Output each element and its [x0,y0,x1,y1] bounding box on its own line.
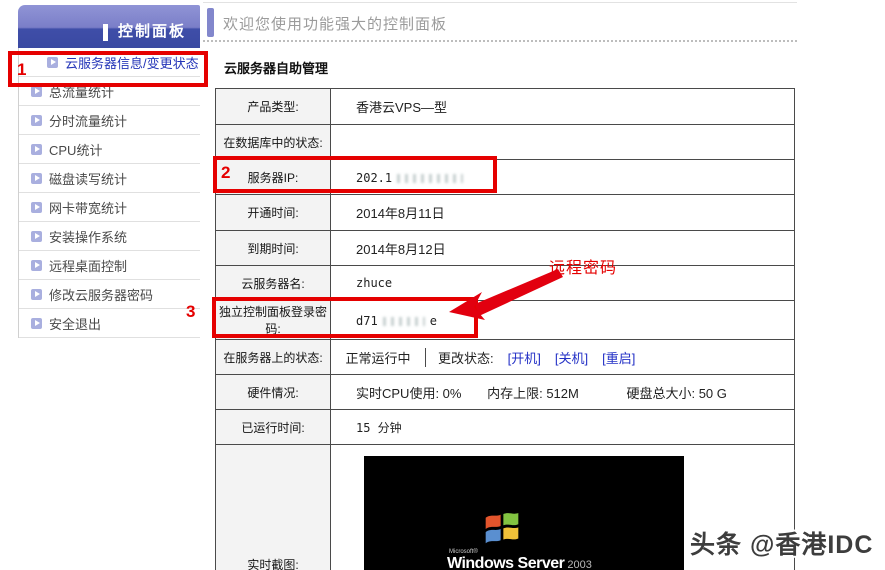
open-date-label: 开通时间: [216,195,331,231]
password-visible-prefix: d71 [356,314,378,328]
disk-size-value: 硬盘总大小: 50 G [626,386,726,401]
arrow-bullet-icon [31,202,42,213]
uptime-label: 已运行时间: [216,410,331,445]
sidebar-item-remote-desktop[interactable]: 远程桌面控制 [19,251,200,280]
arrow-bullet-icon [31,144,42,155]
run-status-cell: 正常运行中 更改状态: [开机] [关机] [重启] [331,340,795,375]
table-row-product: 产品类型: 香港云VPS—型 [216,89,795,125]
sidebar-item-logout[interactable]: 安全退出 [19,309,200,338]
panel-password-label: 独立控制面板登录密码: [216,301,331,340]
sidebar-item-label: 安全退出 [49,314,101,333]
table-row-open-date: 开通时间: 2014年8月11日 [216,195,795,231]
change-status-label: 更改状态: [438,348,494,367]
live-screenshot-label: 实时截图: [216,445,331,570]
sidebar: 控制面板 云服务器信息/变更状态 总流量统计 分时流量统计 CPU统计 磁盘读写… [18,5,200,338]
windows-flag-icon [485,511,519,545]
sidebar-item-label: 远程桌面控制 [49,256,127,275]
sidebar-item-cpu-stats[interactable]: CPU统计 [19,135,200,164]
os-name-text: Windows Server [447,555,564,570]
power-off-link[interactable]: [关机] [555,348,588,367]
table-row-expire-date: 到期时间: 2014年8月12日 [216,231,795,266]
sidebar-title: 控制面板 [118,20,186,41]
sidebar-item-hourly-traffic[interactable]: 分时流量统计 [19,106,200,135]
server-name-label: 云服务器名: [216,266,331,301]
server-info-table: 产品类型: 香港云VPS—型 在数据库中的状态: 服务器IP: 202.1 开通… [215,88,795,570]
welcome-accent-bar-icon [207,8,214,37]
welcome-title: 欢迎您使用功能强大的控制面板 [223,13,447,34]
status-running-badge: 正常运行中 [331,348,426,367]
sidebar-item-label: 分时流量统计 [49,111,127,130]
table-row-uptime: 已运行时间: 15 分钟 [216,410,795,445]
annotation-step3-number: 3 [186,302,195,322]
panel-password-label-line2: 码: [265,322,280,336]
arrow-bullet-icon [31,318,42,329]
table-row-server-ip: 服务器IP: 202.1 [216,160,795,195]
arrow-bullet-icon [31,289,42,300]
ip-redacted-part [397,174,463,183]
arrow-bullet-icon [31,231,42,242]
hardware-label: 硬件情况: [216,375,331,410]
table-row-server-name: 云服务器名: zhuce [216,266,795,301]
cpu-usage-value: 实时CPU使用: 0% [356,386,461,401]
sidebar-item-nic-bandwidth[interactable]: 网卡带宽统计 [19,193,200,222]
os-year-text: 2003 [567,559,591,570]
sidebar-item-label: 总流量统计 [49,82,114,101]
reboot-link[interactable]: [重启] [602,348,635,367]
arrow-bullet-icon [31,115,42,126]
sidebar-item-total-traffic[interactable]: 总流量统计 [19,77,200,106]
memory-limit-value: 内存上限: 512M [487,386,579,401]
server-ip-label: 服务器IP: [216,160,331,195]
db-status-label: 在数据库中的状态: [216,125,331,160]
product-type-label: 产品类型: [216,89,331,125]
hardware-value: 实时CPU使用: 0% 内存上限: 512M 硬盘总大小: 50 G [331,375,795,410]
table-row-db-status: 在数据库中的状态: [216,125,795,160]
annotation-step1-number: 1 [17,60,26,80]
table-row-run-status: 在服务器上的状态: 正常运行中 更改状态: [开机] [关机] [重启] [216,340,795,375]
run-status-label: 在服务器上的状态: [216,340,331,375]
sidebar-item-label: 云服务器信息/变更状态 [65,53,199,72]
section-title: 云服务器自助管理 [224,58,328,77]
password-visible-suffix: e [430,314,437,328]
sidebar-header: 控制面板 [18,5,200,48]
expire-date-label: 到期时间: [216,231,331,266]
password-redacted-part [383,317,425,326]
sidebar-menu: 云服务器信息/变更状态 总流量统计 分时流量统计 CPU统计 磁盘读写统计 网卡… [18,48,200,338]
arrow-bullet-icon [31,173,42,184]
header-accent-bar-icon [103,24,108,41]
arrow-bullet-icon [31,86,42,97]
table-row-hardware: 硬件情况: 实时CPU使用: 0% 内存上限: 512M 硬盘总大小: 50 G [216,375,795,410]
open-date-value: 2014年8月11日 [331,195,795,231]
main-top-border [203,2,797,3]
server-console-screenshot[interactable]: Microsoft® Windows Server2003 Enterprise… [364,456,684,570]
uptime-value: 15 分钟 [331,410,795,445]
sidebar-item-label: 磁盘读写统计 [49,169,127,188]
sidebar-item-disk-io-stats[interactable]: 磁盘读写统计 [19,164,200,193]
product-type-value: 香港云VPS—型 [331,89,795,125]
header-dotted-divider [203,40,797,42]
db-status-value [331,125,795,160]
sidebar-item-label: CPU统计 [49,140,102,159]
remote-password-note: 远程密码 [549,254,617,278]
panel-password-label-line1: 独立控制面板登录密 [219,305,327,319]
watermark-text: 头条 @香港IDC [690,525,873,561]
server-ip-value: 202.1 [331,160,795,195]
ip-visible-part: 202.1 [356,171,392,185]
table-row-panel-password: 独立控制面板登录密码: d71 e [216,301,795,340]
sidebar-item-label: 网卡带宽统计 [49,198,127,217]
arrow-bullet-icon [47,57,58,68]
power-on-link[interactable]: [开机] [508,348,541,367]
arrow-bullet-icon [31,260,42,271]
sidebar-item-change-password[interactable]: 修改云服务器密码 [19,280,200,309]
sidebar-item-label: 安装操作系统 [49,227,127,246]
sidebar-item-label: 修改云服务器密码 [49,285,153,304]
sidebar-item-install-os[interactable]: 安装操作系统 [19,222,200,251]
panel-password-value: d71 e [331,301,795,340]
windows-server-2003-logo: Microsoft® Windows Server2003 Enterprise… [447,511,607,570]
sidebar-item-server-info[interactable]: 云服务器信息/变更状态 [19,48,200,77]
annotation-step2-number: 2 [221,163,230,183]
